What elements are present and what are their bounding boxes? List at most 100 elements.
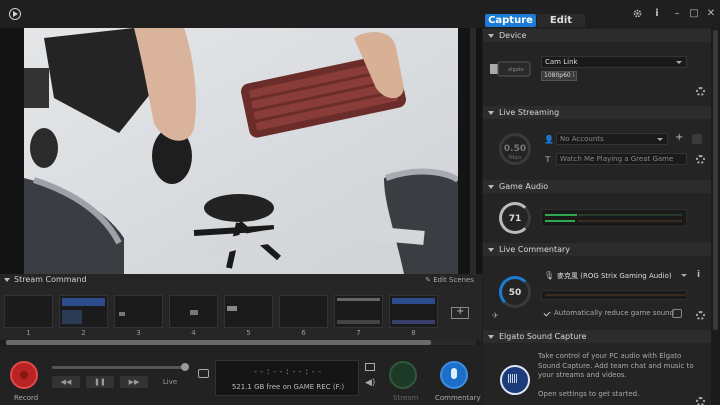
timecode-display: --:--:--:-- 521.1 GB free on GAME REC (F… [215,360,359,396]
account-menu-icon[interactable] [692,134,702,144]
stream-command-header[interactable]: Stream Command ✎ Edit Scenes [0,274,482,286]
accounts-placeholder: No Accounts [560,135,604,143]
resolution-info-icon[interactable]: i [573,72,575,79]
game-audio-meter-track [578,220,682,222]
microphone-info-icon[interactable]: i [697,270,700,280]
chevron-down-icon [676,61,682,64]
commentary-volume-dial[interactable]: 50 [499,276,531,308]
scene-number: 3 [136,329,141,337]
scene-thumbnail-1[interactable] [4,295,53,328]
device-settings-gear-icon[interactable] [696,87,705,96]
add-scene-button[interactable] [451,306,469,319]
seek-slider[interactable] [52,366,184,369]
gear-icon[interactable] [631,8,643,20]
scene-strip: 1 2 3 4 5 6 7 8 [0,286,482,340]
forward-button[interactable]: ▶▶ [120,376,148,388]
scene-thumbnail-3[interactable] [114,295,163,328]
scene-thumbnail-7[interactable] [334,295,383,328]
commentary-label: Commentary [435,394,481,402]
bitrate-dial[interactable]: 0.50 Mbps [499,133,531,165]
commentary-settings-gear-icon[interactable] [696,311,705,320]
scene-number: 2 [81,329,86,337]
device-select-value: Cam Link [545,58,578,66]
scene-thumbnail-6[interactable] [279,295,328,328]
game-audio-volume-dial[interactable]: 71 [499,202,531,234]
stream-command-title: Stream Command [14,275,87,284]
speaker-icon[interactable]: ◀) [365,379,375,388]
sound-capture-settings-link[interactable]: Open settings to get started. [538,390,639,398]
edit-scenes-link[interactable]: ✎ Edit Scenes [425,276,474,284]
live-streaming-title: Live Streaming [499,108,560,117]
sound-capture-logo-icon [500,365,530,395]
resolution-value: 1080p60 [544,72,571,79]
record-button[interactable] [10,361,38,389]
cam-link-device-icon: elgato [488,58,532,80]
scene-thumbnail-2[interactable] [59,295,108,328]
tab-capture[interactable]: Capture [485,14,536,27]
camera-snapshot-icon[interactable] [198,369,209,378]
scene-thumbnail-8[interactable] [389,295,438,328]
maximize-button[interactable]: □ [688,8,700,20]
microphone-select[interactable]: 麥克風 (ROG Strix Gaming Audio) [557,270,689,282]
collapse-triangle-icon[interactable] [488,111,494,115]
live-button[interactable]: Live [158,376,182,388]
control-bar: Record ◀◀ ❚❚ ▶▶ Live --:--:--:-- 521.1 G… [0,346,482,405]
commentary-button[interactable] [440,361,468,389]
auto-reduce-label: Automatically reduce game sound [554,309,675,317]
scene-scrollbar-thumb[interactable] [6,340,431,345]
preview-area [0,28,482,274]
device-section-header[interactable]: Device [483,29,711,42]
microphone-icon: 🎙 [544,271,555,280]
seek-slider-knob[interactable] [181,363,189,371]
pin-icon[interactable]: ✈ [492,311,499,320]
collapse-triangle-icon[interactable] [488,185,494,189]
headphones-icon[interactable] [672,309,682,318]
resolution-badge: 1080p60 i [541,71,578,81]
stream-label: Stream [393,394,419,402]
title-text-icon: T [545,155,551,164]
scene-scrollbar[interactable] [6,340,476,345]
stream-button[interactable] [389,361,417,389]
scene-thumbnail-4[interactable] [169,295,218,328]
game-audio-volume: 71 [508,214,522,224]
info-icon[interactable]: i [651,8,663,20]
bitrate-value: 0.50 [503,144,527,154]
preview-scrollbar[interactable] [470,28,476,274]
user-icon: 👤 [544,135,554,144]
scene-thumbnail-5[interactable] [224,295,273,328]
record-label: Record [14,394,39,402]
collapse-triangle-icon[interactable] [488,335,494,339]
streaming-settings-gear-icon[interactable] [696,155,705,164]
accounts-select[interactable]: No Accounts [556,133,668,145]
collapse-triangle-icon[interactable] [488,34,494,38]
live-streaming-section-header[interactable]: Live Streaming [483,106,711,119]
sound-capture-description: Take control of your PC audio with Elgat… [538,352,694,379]
stream-title-input[interactable]: Watch Me Playing a Great Game [556,153,687,165]
close-button[interactable]: ✕ [705,8,717,20]
add-account-button[interactable]: + [675,132,683,143]
collapse-triangle-icon[interactable] [4,278,10,282]
scene-number: 8 [411,329,416,337]
game-audio-section-header[interactable]: Game Audio [483,180,711,193]
video-preview [24,28,458,274]
bitrate-unit: Mbps [508,155,522,161]
minimize-button[interactable]: – [671,8,683,20]
timecode: --:--:--:-- [252,367,324,377]
game-audio-meter-bar-right [545,220,575,222]
tab-edit[interactable]: Edit [537,14,585,27]
device-select[interactable]: Cam Link [541,56,687,68]
live-commentary-section-header[interactable]: Live Commentary [483,243,711,256]
title-bar: Capture Edit i – □ ✕ [0,0,720,28]
scene-number: 1 [26,329,31,337]
collapse-triangle-icon[interactable] [488,248,494,252]
scene-number: 6 [301,329,306,337]
sound-capture-section-header[interactable]: Elgato Sound Capture [483,330,711,343]
pause-button[interactable]: ❚❚ [86,376,114,388]
scene-number: 5 [246,329,251,337]
app-logo-icon [9,8,21,20]
monitor-icon[interactable] [365,363,375,371]
rewind-button[interactable]: ◀◀ [52,376,80,388]
right-panel-scrollbar[interactable] [711,28,720,405]
commentary-meter [541,290,687,300]
sound-capture-gear-icon[interactable] [696,397,705,405]
